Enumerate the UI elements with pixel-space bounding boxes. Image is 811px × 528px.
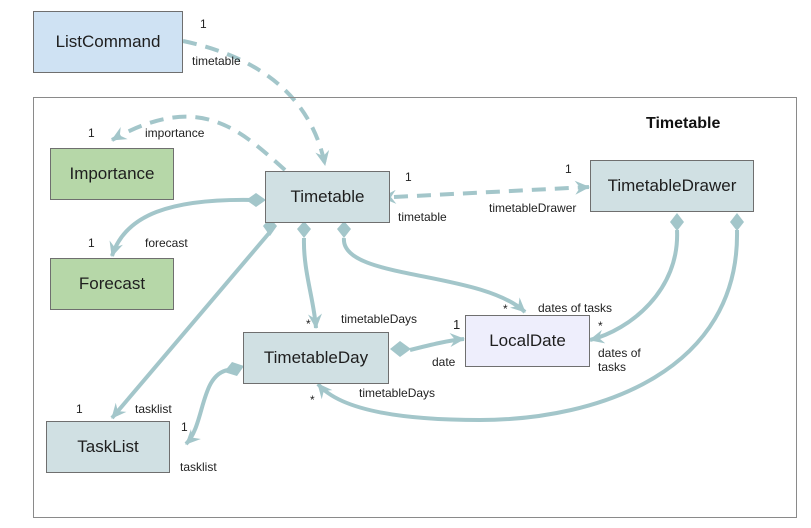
mult-timetable-drawer-right: 1	[565, 162, 572, 176]
class-tasklist[interactable]: TaskList	[46, 421, 170, 473]
mult-date: 1	[453, 317, 461, 332]
mult-importance: 1	[88, 126, 95, 140]
role-listcommand: timetable	[192, 54, 241, 68]
role-timetable-drawer-right: timetableDrawer	[489, 201, 577, 215]
role-timetable-drawer-left: timetable	[398, 210, 447, 224]
role-importance: importance	[145, 126, 205, 140]
class-timetable[interactable]: Timetable	[265, 171, 390, 223]
package-title: Timetable	[646, 115, 721, 132]
class-importance[interactable]: Importance	[50, 148, 174, 200]
mult-localdate-top: *	[503, 302, 508, 316]
role-timetabledays-bottom: timetableDays	[359, 386, 436, 400]
mult-tasklist-top: 1	[76, 402, 83, 416]
role-localdate-top: dates of tasks	[538, 301, 613, 315]
mult-timetabledays: *	[306, 317, 311, 331]
role-forecast: forecast	[145, 236, 188, 250]
class-timetableday[interactable]: TimetableDay	[243, 332, 389, 384]
mult-localdate-right: *	[598, 319, 603, 333]
mult-tasklist-right: 1	[181, 420, 188, 434]
class-forecast[interactable]: Forecast	[50, 258, 174, 310]
mult-listcommand: 1	[200, 17, 207, 31]
role-tasklist-right: tasklist	[180, 460, 217, 474]
mult-forecast: 1	[88, 236, 95, 250]
mult-timetabledays-bottom: *	[310, 393, 315, 407]
class-listcommand[interactable]: ListCommand	[33, 11, 183, 73]
role-timetabledays: timetableDays	[341, 312, 418, 326]
class-localdate[interactable]: LocalDate	[465, 315, 590, 367]
class-timetabledrawer[interactable]: TimetableDrawer	[590, 160, 754, 212]
role-localdate-right: dates of tasks	[598, 346, 641, 374]
role-date: date	[432, 355, 456, 369]
mult-timetable-drawer-left: 1	[405, 170, 412, 184]
role-tasklist-top: tasklist	[135, 402, 172, 416]
